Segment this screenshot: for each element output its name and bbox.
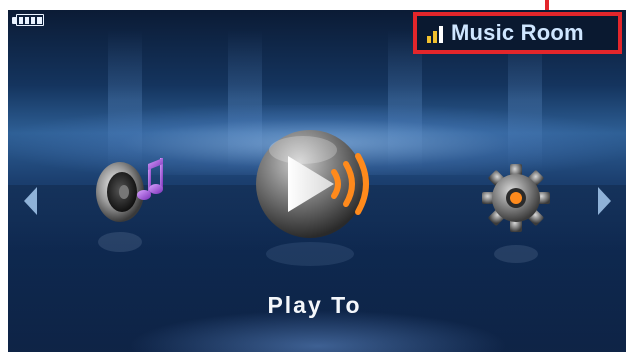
- device-frame: Music Room Play To: [0, 0, 629, 362]
- signal-strength-icon: [427, 23, 443, 43]
- settings-gear-icon[interactable]: [474, 158, 564, 268]
- play-to-icon[interactable]: [248, 120, 388, 270]
- battery-full-icon: [12, 14, 46, 28]
- speaker-music-icon[interactable]: [90, 150, 180, 260]
- arrow-right-icon[interactable]: [598, 187, 611, 215]
- room-title-box[interactable]: Music Room: [413, 12, 622, 54]
- room-name: Music Room: [451, 20, 584, 45]
- arrow-left-icon[interactable]: [24, 187, 37, 215]
- selected-item-label: Play To: [267, 292, 362, 318]
